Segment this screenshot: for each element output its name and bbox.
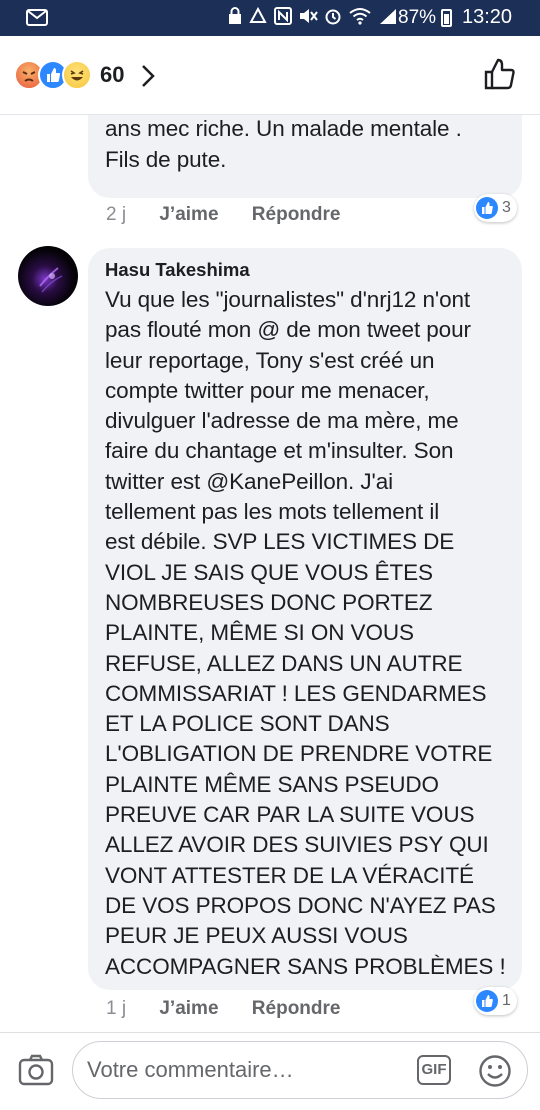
mute-icon xyxy=(298,7,318,30)
reaction-count: 1 xyxy=(502,992,511,1009)
comment-composer: Votre commentaire… GIF xyxy=(0,1032,540,1110)
reply-link[interactable]: Répondre xyxy=(252,998,341,1019)
like-link[interactable]: J’aime xyxy=(159,998,218,1019)
comment-reactions[interactable]: 3 xyxy=(474,194,517,222)
camera-icon[interactable] xyxy=(18,1052,54,1088)
reactions-header: 60 xyxy=(0,36,540,115)
reaction-total: 60 xyxy=(100,62,125,87)
reaction-summary[interactable]: 60 xyxy=(14,60,124,90)
comment-input[interactable]: Votre commentaire… GIF xyxy=(72,1041,528,1099)
emoji-icon[interactable] xyxy=(478,1054,512,1088)
like-button-icon[interactable] xyxy=(482,56,518,92)
wifi-icon xyxy=(348,7,372,30)
clock: 13:20 xyxy=(462,6,513,28)
nfc-icon xyxy=(274,6,292,30)
signal-icon xyxy=(378,7,398,30)
comment-actions: 1 j J’aime Répondre xyxy=(106,998,368,1020)
like-reaction-icon xyxy=(476,990,498,1012)
battery-icon xyxy=(441,9,452,27)
lock-icon xyxy=(228,6,242,30)
comment-actions: 2 j J’aime Répondre xyxy=(106,204,368,226)
comment-age: 2 j xyxy=(106,204,127,225)
comment-text: Vu que les "journalistes" d'nrj12 n'ont … xyxy=(105,287,506,979)
like-link[interactable]: J’aime xyxy=(159,204,218,225)
avatar-image xyxy=(39,267,63,293)
like-reaction-icon xyxy=(476,197,498,219)
mail-icon xyxy=(26,9,48,26)
alarm-icon xyxy=(324,7,342,30)
avatar[interactable] xyxy=(18,246,78,306)
chevron-right-icon[interactable] xyxy=(138,64,158,88)
recycle-icon xyxy=(248,6,268,30)
comment-reactions[interactable]: 1 xyxy=(474,987,517,1015)
battery-percent: 87% xyxy=(398,7,437,28)
comment-placeholder: Votre commentaire… xyxy=(87,1057,294,1082)
comment-author[interactable]: Hasu Takeshima xyxy=(105,259,250,281)
comment-age: 1 j xyxy=(106,998,127,1019)
gif-button[interactable]: GIF xyxy=(417,1055,451,1085)
haha-reaction-icon xyxy=(62,60,92,90)
comment-bubble: Hasu Takeshima Vu que les "journalistes"… xyxy=(88,248,522,990)
status-icons xyxy=(228,6,398,30)
reply-link[interactable]: Répondre xyxy=(252,204,341,225)
comments-panel: Tomm rb avec des métiers sois l dix ans … xyxy=(0,36,540,1110)
reaction-count: 3 xyxy=(502,199,511,216)
status-bar: 87% 13:20 xyxy=(0,0,540,36)
